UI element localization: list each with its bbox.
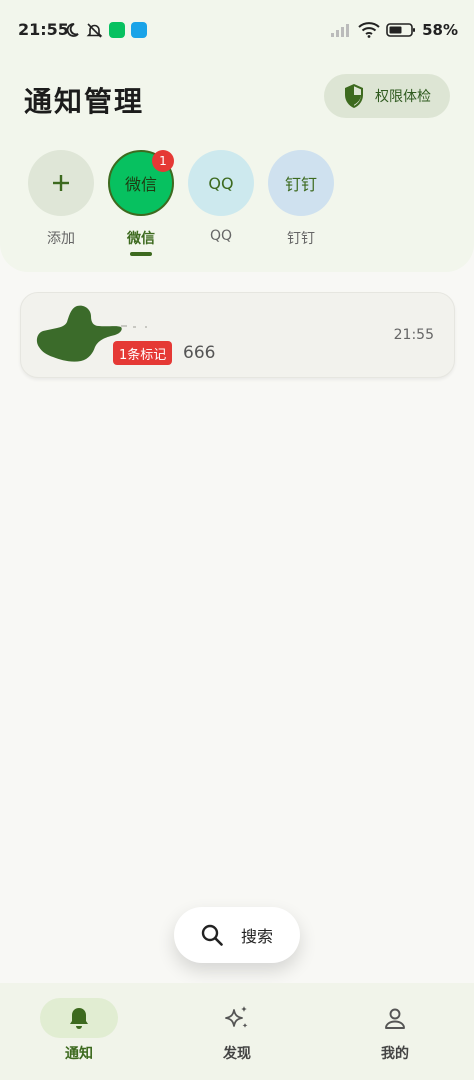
nav-label-notifications: 通知 (65, 1046, 93, 1062)
mark-count-tag: 1条标记 (113, 341, 173, 365)
cellular-signal-icon (331, 24, 350, 37)
status-left-icons (64, 20, 147, 40)
search-label: 搜索 (240, 927, 273, 946)
active-tab-indicator (130, 252, 152, 256)
wechat-app-circle[interactable]: 微信 1 (108, 150, 174, 216)
message-card[interactable]: 1条标记 666 21:55 (20, 292, 455, 378)
app-item-add[interactable]: 添加 (28, 150, 94, 256)
nav-label-discover: 发现 (223, 1046, 251, 1062)
shield-icon (345, 84, 363, 108)
message-preview: 666 (183, 343, 216, 363)
sparkle-icon (225, 1006, 248, 1028)
search-icon (201, 924, 223, 946)
qq-circle-text: QQ (208, 173, 234, 193)
nav-icon-pill (198, 998, 276, 1038)
wechat-circle-text: 微信 (124, 175, 157, 194)
nav-label-profile: 我的 (381, 1046, 409, 1062)
dingtalk-app-circle[interactable]: 钉钉 (268, 150, 334, 216)
bottom-nav: 通知 发现 我的 (0, 983, 474, 1080)
plus-icon (53, 175, 69, 191)
status-right: 58% (330, 20, 458, 40)
nav-item-profile[interactable]: 我的 (316, 983, 474, 1080)
add-app-circle[interactable] (28, 150, 94, 216)
dingtalk-circle-text: 钉钉 (284, 175, 317, 194)
message-time: 21:55 (393, 327, 434, 343)
wechat-app-icon (109, 22, 125, 38)
app-label-dingtalk: 钉钉 (287, 231, 315, 247)
header-panel: 通知管理 权限体检 添加 微信 1 微信 QQ QQ 钉钉 钉钉 (0, 44, 474, 272)
app-label-add: 添加 (47, 231, 75, 247)
app-item-wechat[interactable]: 微信 1 微信 (108, 150, 174, 256)
app-label-wechat: 微信 (127, 231, 155, 247)
app-filter-row: 添加 微信 1 微信 QQ QQ 钉钉 钉钉 (28, 150, 334, 256)
battery-percent: 58% (422, 21, 458, 39)
search-button[interactable]: 搜索 (174, 907, 300, 963)
redacted-sender-name (121, 325, 147, 328)
app-label-qq: QQ (209, 228, 233, 244)
nav-icon-pill (356, 998, 434, 1038)
bell-icon (70, 1008, 88, 1029)
app-item-qq[interactable]: QQ QQ (188, 150, 254, 256)
nav-icon-pill (40, 998, 118, 1038)
status-bar: 21:55 58% (0, 0, 474, 44)
nav-item-discover[interactable]: 发现 (158, 983, 316, 1080)
qq-app-circle[interactable]: QQ (188, 150, 254, 216)
nav-item-notifications[interactable]: 通知 (0, 983, 158, 1080)
upload-app-icon (131, 22, 147, 38)
permission-check-label: 权限体检 (375, 89, 431, 105)
wifi-icon (358, 22, 380, 38)
permission-check-button[interactable]: 权限体检 (324, 74, 450, 118)
page-title: 通知管理 (24, 85, 145, 118)
app-item-dingtalk[interactable]: 钉钉 钉钉 (268, 150, 334, 256)
battery-icon (386, 23, 416, 37)
bell-off-icon (86, 22, 103, 38)
moon-icon (66, 23, 79, 37)
person-icon (385, 1008, 405, 1029)
status-time: 21:55 (18, 20, 69, 39)
unread-badge: 1 (152, 150, 174, 172)
